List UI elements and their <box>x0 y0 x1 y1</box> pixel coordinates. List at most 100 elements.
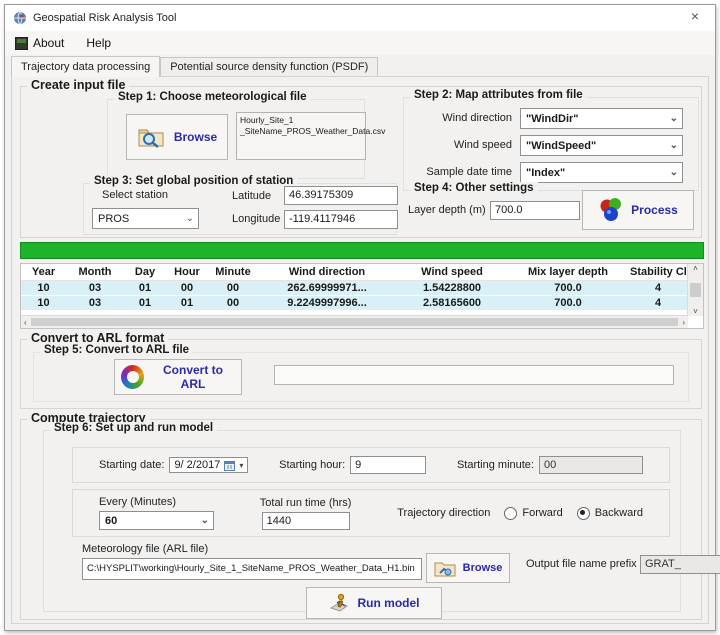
longitude-field[interactable]: -119.4117946 <box>284 210 398 229</box>
step4-group: Step 4: Other settings Layer depth (m) 7… <box>403 193 699 237</box>
runner-icon <box>329 592 351 614</box>
total-run-time-field[interactable]: 1440 <box>262 512 350 530</box>
trajectory-direction-label: Trajectory direction <box>397 507 490 519</box>
scrollbar-thumb[interactable] <box>31 318 679 326</box>
radio-backward[interactable]: Backward <box>577 507 643 520</box>
tab-panel: Create input file Step 1: Choose meteoro… <box>11 76 709 624</box>
table-row[interactable]: 10 03 01 00 00 262.69999971... 1.5422880… <box>21 281 688 296</box>
radio-forward[interactable]: Forward <box>504 507 562 520</box>
column-header[interactable]: Minute <box>208 264 258 280</box>
folder-search-icon <box>137 125 167 149</box>
step5-group: Step 5: Convert to ARL file Convert to A… <box>33 352 689 402</box>
chevron-down-icon: ⌄ <box>670 113 678 124</box>
longitude-label: Longitude <box>232 213 280 225</box>
table-header-row: Year Month Day Hour Minute Wind directio… <box>21 264 688 281</box>
tab-strip: Trajectory data processing Potential sou… <box>11 55 709 77</box>
close-icon[interactable]: × <box>685 8 705 24</box>
column-header[interactable]: Wind speed <box>396 264 508 280</box>
chevron-down-icon: ⌄ <box>186 213 194 224</box>
met-file-name-box: Hourly_Site_1 _SiteName_PROS_Weather_Dat… <box>236 112 366 160</box>
color-ring-icon <box>121 365 144 389</box>
start-settings-row: Starting date: 9/ 2/2017 ▾ Starting hour… <box>72 447 670 483</box>
menu-about[interactable]: About <box>15 36 64 50</box>
select-station-label: Select station <box>102 189 168 201</box>
group-convert-arl: Convert to ARL format Step 5: Convert to… <box>20 339 702 409</box>
latitude-label: Latitude <box>232 190 271 202</box>
sample-date-time-label: Sample date time <box>404 166 512 178</box>
starting-hour-label: Starting hour: <box>279 459 345 471</box>
app-icon <box>13 11 27 25</box>
browse-met-file-button[interactable]: Browse <box>126 114 228 160</box>
scroll-up-icon[interactable]: ˄ <box>693 264 698 273</box>
browse-arl-button[interactable]: Browse <box>426 553 510 583</box>
tab-psdf[interactable]: Potential source density function (PSDF) <box>160 57 378 77</box>
menu-help[interactable]: Help <box>86 36 111 50</box>
wind-speed-label: Wind speed <box>404 139 512 151</box>
layer-depth-field[interactable]: 700.0 <box>490 201 580 220</box>
run-settings-row: Every (Minutes) 60⌄ Total run time (hrs)… <box>72 489 670 537</box>
group-create-input-file: Create input file Step 1: Choose meteoro… <box>20 86 702 238</box>
wind-speed-select[interactable]: "WindSpeed"⌄ <box>520 135 683 156</box>
step3-title: Step 3: Set global position of station <box>90 175 297 187</box>
data-table: Year Month Day Hour Minute Wind directio… <box>20 263 704 329</box>
radio-backward-icon <box>577 507 590 520</box>
group-compute-trajectory: Compute trajectory Step 6: Set up and ru… <box>20 419 702 620</box>
total-run-time-label: Total run time (hrs) <box>260 497 352 509</box>
station-select[interactable]: PROS⌄ <box>92 208 199 229</box>
radio-forward-icon <box>504 507 517 520</box>
layer-depth-label: Layer depth (m) <box>408 204 486 216</box>
about-icon <box>15 37 28 50</box>
convert-progress-field <box>274 365 674 385</box>
column-header[interactable]: Wind direction <box>258 264 396 280</box>
column-header[interactable]: Stability Class <box>628 264 688 280</box>
output-prefix-label: Output file name prefix <box>526 558 637 570</box>
scroll-left-icon[interactable]: ‹ <box>24 318 27 327</box>
starting-minute-label: Starting minute: <box>457 459 534 471</box>
browse-label: Browse <box>463 562 503 574</box>
wind-direction-select[interactable]: "WindDir"⌄ <box>520 108 683 129</box>
output-prefix-field[interactable]: GRAT_ <box>640 555 720 574</box>
app-window: Geospatial Risk Analysis Tool × About He… <box>4 4 716 631</box>
process-button[interactable]: Process <box>582 190 694 230</box>
horizontal-scrollbar[interactable]: ‹ › <box>21 315 688 328</box>
scrollbar-thumb[interactable] <box>690 283 701 297</box>
column-header[interactable]: Day <box>124 264 166 280</box>
convert-to-arl-button[interactable]: Convert to ARL <box>114 359 242 395</box>
step2-group: Step 2: Map attributes from file Wind di… <box>403 97 699 191</box>
column-header[interactable]: Hour <box>166 264 208 280</box>
every-minutes-label: Every (Minutes) <box>99 496 214 508</box>
chevron-down-icon: ⌄ <box>201 515 209 526</box>
table-row[interactable]: 10 03 01 01 00 9.2249997996... 2.5816560… <box>21 296 688 311</box>
column-header[interactable]: Year <box>21 264 66 280</box>
browse-label: Browse <box>174 130 217 144</box>
column-header[interactable]: Mix layer depth <box>508 264 628 280</box>
step4-title: Step 4: Other settings <box>410 182 538 194</box>
progress-bar <box>20 242 704 259</box>
met-file-label: Meteorology file (ARL file) <box>82 543 208 555</box>
starting-date-picker[interactable]: 9/ 2/2017 ▾ <box>169 457 248 473</box>
starting-hour-field[interactable]: 9 <box>350 456 426 474</box>
tab-trajectory-data-processing[interactable]: Trajectory data processing <box>11 56 160 77</box>
every-minutes-select[interactable]: 60⌄ <box>99 511 214 530</box>
process-label: Process <box>631 203 678 217</box>
scroll-right-icon[interactable]: › <box>682 318 685 327</box>
latitude-field[interactable]: 46.39175309 <box>284 186 398 205</box>
step5-title: Step 5: Convert to ARL file <box>40 344 193 356</box>
step6-group: Step 6: Set up and run model Starting da… <box>43 430 681 612</box>
column-header[interactable]: Month <box>66 264 124 280</box>
run-model-button[interactable]: Run model <box>306 587 442 619</box>
met-file-path-field[interactable]: C:\HYSPLIT\working\Hourly_Site_1_SiteNam… <box>82 558 422 580</box>
sample-date-time-select[interactable]: "Index"⌄ <box>520 162 683 183</box>
starting-minute-field: 00 <box>539 456 643 474</box>
group-title: Convert to ARL format <box>27 331 168 345</box>
chevron-down-icon: ⌄ <box>670 140 678 151</box>
step2-title: Step 2: Map attributes from file <box>410 89 587 101</box>
spheres-icon <box>598 197 624 223</box>
scroll-down-icon[interactable]: ˅ <box>693 307 698 316</box>
menu-bar: About Help <box>5 31 715 55</box>
wind-direction-label: Wind direction <box>404 112 512 124</box>
chevron-down-icon: ⌄ <box>670 167 678 178</box>
convert-label: Convert to ARL <box>151 363 235 391</box>
calendar-icon <box>224 460 235 471</box>
vertical-scrollbar[interactable]: ˄ ˅ <box>687 264 703 316</box>
